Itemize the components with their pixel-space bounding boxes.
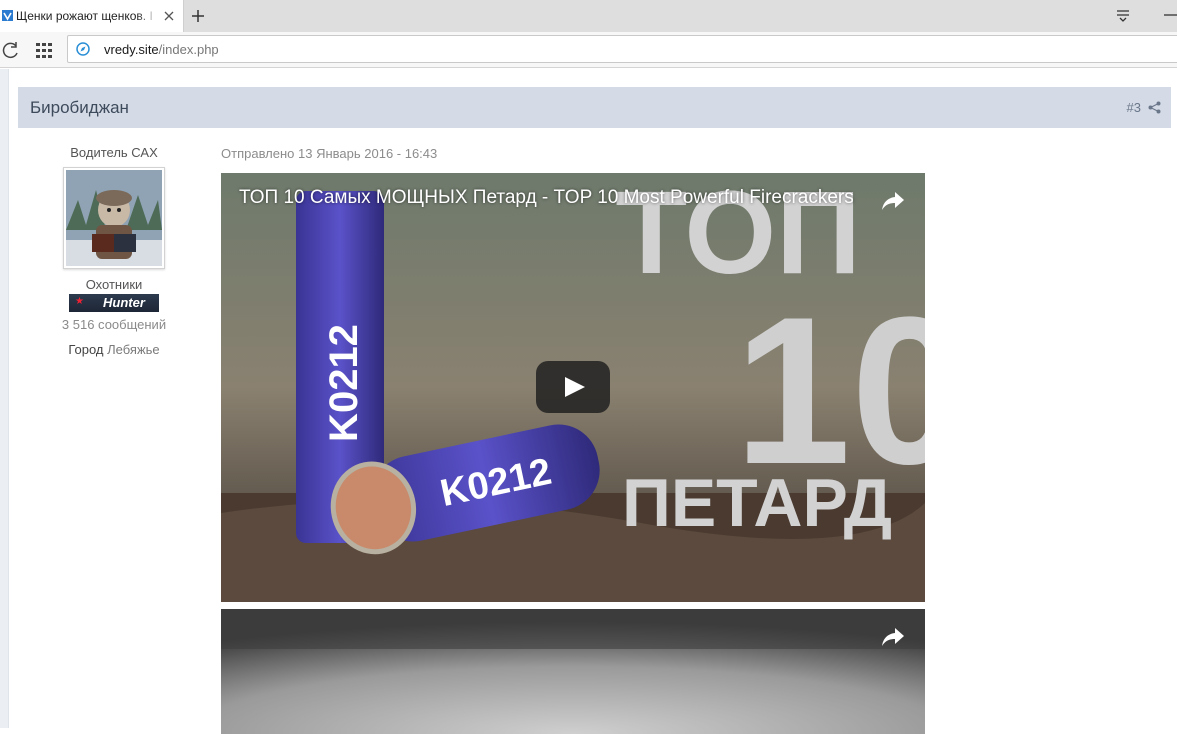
url-domain: vredy.site	[104, 42, 159, 57]
city-field: Город Лебяжье	[47, 342, 181, 357]
firecracker-label-vertical: K0212	[322, 324, 366, 442]
star-icon: ★	[75, 296, 84, 307]
badge-text: Hunter	[103, 295, 145, 310]
apps-grid-icon[interactable]	[35, 41, 53, 59]
url-path: /index.php	[158, 42, 219, 57]
video-title[interactable]: ТОП 10 Самых МОЩНЫХ Петард - TOP 10 Most…	[239, 187, 854, 209]
browser-tab[interactable]: Щенки рожают щенков. I	[0, 0, 184, 32]
youtube-video-embed[interactable]: ТОП 10 ПЕТАРД K0212 K0212 ТОП 10 Самых М…	[221, 173, 925, 602]
city-value: Лебяжье	[107, 342, 160, 357]
play-button-icon[interactable]	[536, 361, 610, 413]
url-field[interactable]: vredy.site/index.php	[67, 35, 1177, 63]
tab-menu-icon[interactable]	[1115, 8, 1131, 24]
author-sidebar: Водитель САХ Охотники ★ Hunter 3 516 соо…	[47, 145, 181, 357]
share-icon[interactable]	[1148, 101, 1161, 114]
post-author-name[interactable]: Биробиджан	[30, 98, 129, 118]
share-arrow-icon[interactable]	[881, 189, 905, 211]
site-favicon-icon	[2, 10, 13, 21]
close-tab-icon[interactable]	[162, 9, 176, 23]
share-arrow-icon-2[interactable]	[881, 625, 905, 647]
youtube-video-embed-2[interactable]	[221, 609, 925, 734]
compass-icon	[76, 42, 90, 56]
post-date: Отправлено 13 Январь 2016 - 16:43	[221, 146, 438, 161]
avatar-image	[66, 170, 162, 266]
city-label: Город	[68, 342, 104, 357]
post-number-link[interactable]: #3	[1127, 100, 1141, 115]
forum-post: Биробиджан #3 Водитель САХ Охотники ★ Hu…	[8, 69, 1177, 734]
group-badge: ★ Hunter	[69, 294, 159, 312]
thumb-text-bottom: ПЕТАРД	[622, 465, 892, 541]
reload-icon[interactable]	[1, 40, 21, 60]
minimize-icon[interactable]	[1163, 10, 1177, 20]
page-content: Биробиджан #3 Водитель САХ Охотники ★ Hu…	[0, 69, 1177, 734]
member-group: Охотники	[85, 277, 143, 292]
tab-bar: Щенки рожают щенков. I	[0, 0, 1177, 32]
post-header: Биробиджан #3	[18, 87, 1171, 128]
new-tab-icon[interactable]	[190, 8, 206, 24]
url-text: vredy.site/index.php	[104, 42, 219, 57]
video-thumbnail-2	[221, 609, 925, 734]
tab-title: Щенки рожают щенков. I	[16, 9, 153, 23]
address-bar: vredy.site/index.php	[0, 32, 1177, 68]
post-count: 3 516 сообщений	[61, 317, 167, 332]
avatar[interactable]	[63, 167, 165, 269]
member-title: Водитель САХ	[70, 145, 158, 160]
